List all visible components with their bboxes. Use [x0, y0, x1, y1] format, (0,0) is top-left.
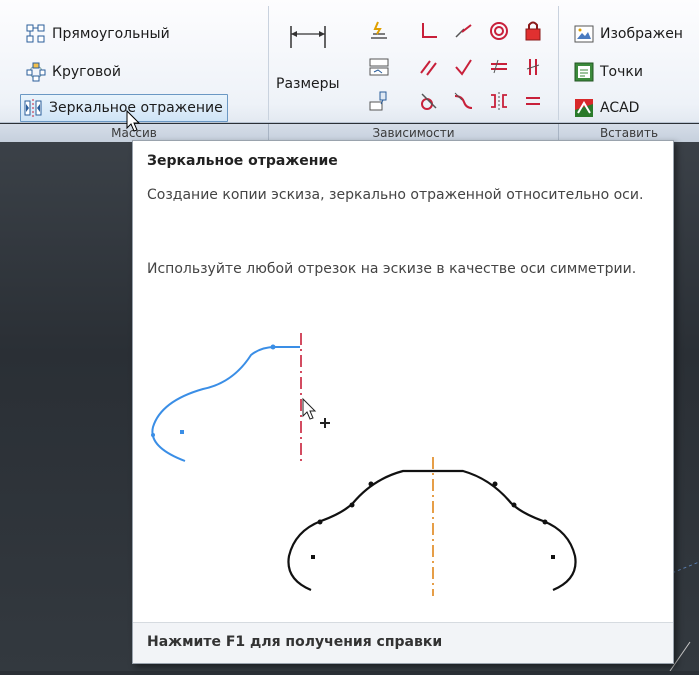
tooltip-hint: Используйте любой отрезок на эскизе в ка… — [147, 261, 637, 277]
insert-acad-label: ACAD — [600, 100, 640, 116]
rectangular-pattern-button[interactable]: Прямоугольный — [26, 22, 170, 46]
panel-separator — [558, 6, 559, 120]
equal-icon[interactable] — [522, 90, 544, 112]
tooltip: Зеркальное отражение Создание копии эски… — [132, 140, 674, 664]
sketch-point — [492, 481, 498, 487]
insert-image-button[interactable]: Изображен — [574, 22, 683, 46]
sketch-point — [317, 519, 323, 525]
perpendicular-icon[interactable] — [452, 56, 474, 78]
mirror-button[interactable]: Зеркальное отражение — [20, 94, 228, 122]
parallel-icon[interactable] — [418, 56, 440, 78]
cursor-icon — [302, 397, 317, 420]
sketch-point — [349, 502, 355, 508]
sketch-center-point — [551, 555, 555, 559]
horizontal-icon[interactable] — [488, 56, 510, 78]
circular-pattern-label: Круговой — [52, 64, 121, 80]
circular-pattern-button[interactable]: Круговой — [26, 60, 121, 84]
panel-separator — [268, 6, 269, 120]
mouse-cursor-icon — [126, 110, 141, 132]
points-icon — [574, 62, 594, 82]
sketch-center-point — [180, 430, 184, 434]
tooltip-footer: Нажмите F1 для получения справки — [133, 622, 673, 663]
insert-image-label: Изображен — [600, 26, 683, 42]
sketch-point — [542, 519, 548, 525]
sketch-point — [511, 502, 517, 508]
sketch-point — [151, 433, 155, 437]
smooth-icon[interactable] — [452, 90, 474, 112]
vertical-icon[interactable] — [522, 56, 544, 78]
dimension-icon — [290, 26, 326, 48]
sketch-point — [270, 344, 276, 350]
lock-icon[interactable] — [522, 20, 544, 42]
constraint-settings-icon[interactable] — [368, 56, 390, 78]
rectangular-pattern-icon — [26, 24, 45, 43]
ribbon: Прямоугольный Круговой Зеркальное отраже… — [0, 0, 699, 123]
acad-icon — [575, 99, 593, 117]
concentric-icon[interactable] — [488, 20, 510, 42]
tooltip-description: Создание копии эскиза, зеркально отражен… — [147, 187, 644, 203]
insert-points-button[interactable]: Точки — [574, 60, 643, 84]
symmetric-icon[interactable] — [488, 90, 510, 112]
dimension-button[interactable]: Размеры — [276, 72, 340, 96]
mirror-illustration — [151, 333, 577, 596]
sketch-point — [368, 481, 374, 487]
sketch-center-point — [311, 555, 315, 559]
tooltip-title: Зеркальное отражение — [147, 153, 338, 169]
show-constraints-icon[interactable] — [368, 90, 390, 112]
rectangular-pattern-label: Прямоугольный — [52, 26, 170, 42]
crosshair-icon — [320, 418, 330, 428]
tangent-icon[interactable] — [418, 90, 440, 112]
tooltip-footer-text: Нажмите F1 для получения справки — [147, 634, 443, 650]
auto-dimension-icon[interactable] — [368, 20, 390, 42]
mirrored-sketch-curve — [287, 469, 577, 592]
circular-pattern-icon — [26, 62, 46, 82]
insert-points-label: Точки — [600, 64, 643, 80]
image-icon — [574, 25, 594, 43]
insert-acad-button[interactable]: ACAD — [574, 96, 639, 120]
original-sketch-curve — [151, 346, 300, 462]
coincident-icon[interactable] — [418, 20, 440, 42]
mirror-icon — [24, 99, 42, 117]
collinear-icon[interactable] — [452, 20, 474, 42]
dimension-label: Размеры — [276, 76, 340, 92]
